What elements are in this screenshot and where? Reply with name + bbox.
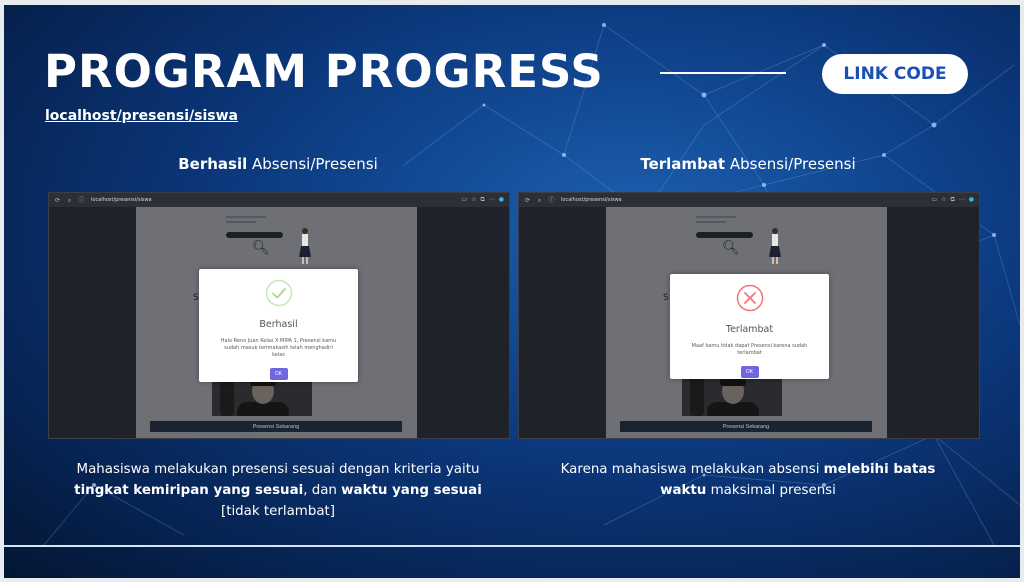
info-icon: ⓘ — [78, 196, 85, 204]
bottom-divider — [4, 545, 1020, 547]
page-text-line — [696, 221, 726, 223]
ok-button[interactable]: OK — [740, 366, 759, 378]
late-heading: Terlambat Absensi/Presensi — [538, 155, 958, 173]
page-text-line — [226, 216, 266, 218]
modal-title: Terlambat — [725, 324, 774, 335]
late-screenshot: ⟳ ⌕ ⓘ localhost/presensi/siswa ▭ ☆ ⧉ ⋯ ● 🔍︎ … — [518, 192, 980, 439]
caption-text: , dan — [303, 483, 342, 498]
success-heading-rest: Absensi/Presensi — [247, 155, 378, 173]
title-divider — [660, 72, 786, 74]
browser-toolbar: ⟳ ⌕ ⓘ localhost/presensi/siswa ▭ ☆ ⧉ ⋯ ● — [49, 193, 509, 207]
magnifier-icon: 🔍︎ — [722, 240, 740, 256]
modal-message: Halo Reno Juan Kelas X MIPA 1, Presensi … — [220, 338, 337, 358]
page-search-bar[interactable] — [696, 232, 753, 238]
success-modal: Berhasil Halo Reno Juan Kelas X MIPA 1, … — [199, 269, 358, 382]
search-icon[interactable]: ⌕ — [536, 197, 543, 204]
edge-icon[interactable]: ● — [969, 196, 974, 204]
late-caption: Karena mahasiswa melakukan absensi meleb… — [538, 459, 958, 501]
slide: PROGRAM PROGRESS LINK CODE localhost/pre… — [4, 5, 1020, 578]
page-title: PROGRAM PROGRESS — [44, 45, 604, 98]
presensi-button[interactable]: Presensi Sekarang — [620, 421, 872, 432]
check-circle-icon — [265, 279, 292, 307]
success-screenshot: ⟳ ⌕ ⓘ localhost/presensi/siswa ▭ ☆ ⧉ ⋯ ● 🔍︎ … — [48, 192, 510, 439]
ok-button[interactable]: OK — [269, 368, 288, 380]
page-text-line — [226, 221, 256, 223]
magnifier-icon: 🔍︎ — [252, 240, 270, 256]
collections-icon[interactable]: ⧉ — [950, 196, 954, 204]
reload-icon[interactable]: ⟳ — [524, 197, 531, 204]
caption-text: [tidak terlambat] — [220, 504, 336, 519]
camera-person-body — [237, 402, 289, 416]
tab-icon[interactable]: ▭ — [931, 196, 937, 204]
student-illustration — [769, 228, 781, 264]
caption-text: maksimal presensi — [706, 483, 836, 498]
page-search-bar[interactable] — [226, 232, 283, 238]
star-icon[interactable]: ☆ — [941, 196, 946, 204]
link-code-button[interactable]: LINK CODE — [822, 54, 968, 94]
success-heading: Berhasil Absensi/Presensi — [68, 155, 488, 173]
page-letter: S — [193, 293, 199, 303]
success-heading-bold: Berhasil — [178, 155, 248, 173]
browser-toolbar: ⟳ ⌕ ⓘ localhost/presensi/siswa ▭ ☆ ⧉ ⋯ ● — [519, 193, 979, 207]
search-icon[interactable]: ⌕ — [66, 197, 73, 204]
presensi-button[interactable]: Presensi Sekarang — [150, 421, 402, 432]
x-circle-icon — [736, 284, 763, 312]
star-icon[interactable]: ☆ — [471, 196, 476, 204]
edge-icon[interactable]: ● — [499, 196, 504, 204]
browser-address[interactable]: localhost/presensi/siswa — [561, 197, 622, 203]
info-icon: ⓘ — [548, 196, 555, 204]
caption-bold: tingkat kemiripan yang sesuai — [74, 483, 304, 498]
tab-icon[interactable]: ▭ — [461, 196, 467, 204]
modal-title: Berhasil — [259, 319, 298, 330]
caption-text: Karena mahasiswa melakukan absensi — [560, 462, 824, 477]
late-modal: Terlambat Maaf kamu tidak dapat Presensi… — [670, 274, 829, 379]
page-letter: S — [663, 293, 669, 303]
page-text-line — [696, 216, 736, 218]
collections-icon[interactable]: ⧉ — [480, 196, 484, 204]
camera-person-body — [707, 402, 759, 416]
browser-actions: ▭ ☆ ⧉ ⋯ ● — [461, 196, 509, 204]
browser-actions: ▭ ☆ ⧉ ⋯ ● — [931, 196, 979, 204]
late-heading-rest: Absensi/Presensi — [725, 155, 856, 173]
camera-bg — [690, 376, 704, 416]
more-icon[interactable]: ⋯ — [489, 196, 495, 204]
success-caption: Mahasiswa melakukan presensi sesuai deng… — [68, 459, 488, 522]
reload-icon[interactable]: ⟳ — [54, 197, 61, 204]
student-illustration — [299, 228, 311, 264]
browser-address[interactable]: localhost/presensi/siswa — [91, 197, 152, 203]
caption-bold: waktu yang sesuai — [341, 483, 482, 498]
camera-bg — [220, 376, 234, 416]
caption-text: Mahasiswa melakukan presensi sesuai deng… — [76, 462, 480, 477]
url-link[interactable]: localhost/presensi/siswa — [45, 108, 238, 124]
more-icon[interactable]: ⋯ — [959, 196, 965, 204]
modal-message: Maaf kamu tidak dapat Presensi karena su… — [691, 343, 808, 356]
late-heading-bold: Terlambat — [640, 155, 726, 173]
